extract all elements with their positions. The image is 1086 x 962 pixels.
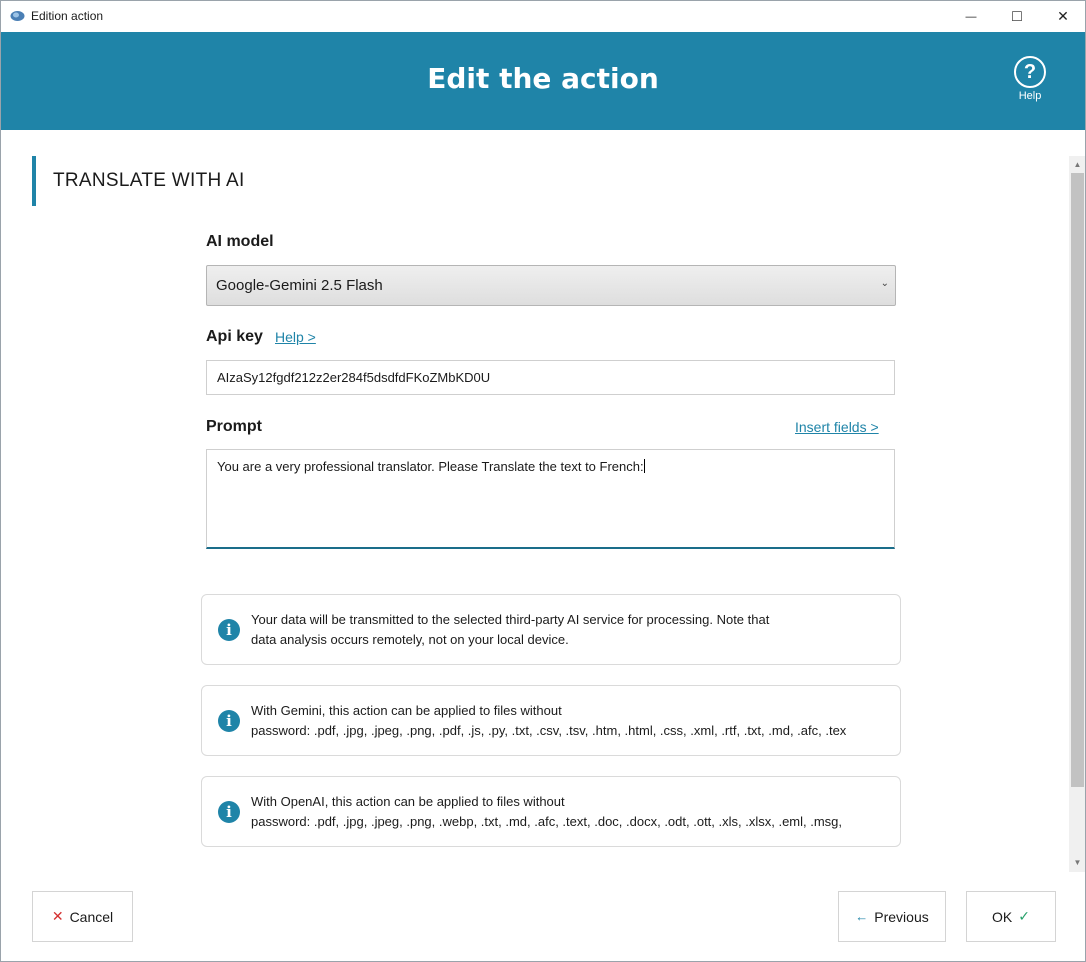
text-cursor — [643, 459, 645, 473]
info-text: With Gemini, this action can be applied … — [251, 701, 890, 741]
close-icon: ✕ — [1057, 8, 1069, 24]
ok-button[interactable]: OK ✓ — [966, 891, 1056, 942]
help-icon: ? — [1014, 56, 1046, 88]
info-box-gemini: i With Gemini, this action can be applie… — [201, 685, 901, 756]
arrow-left-icon: ← — [855, 909, 869, 924]
help-label: Help — [1018, 90, 1042, 102]
section-title: TRANSLATE WITH AI — [53, 170, 245, 191]
maximize-icon: □ — [1012, 7, 1022, 25]
insert-fields-link[interactable]: Insert fields > — [795, 419, 879, 435]
cancel-label: Cancel — [69, 908, 114, 925]
minimize-icon: — — [965, 10, 977, 23]
api-key-label: Api key — [206, 328, 263, 345]
info-line: With OpenAI, this action can be applied … — [251, 794, 565, 809]
minimize-button[interactable]: — — [948, 1, 994, 32]
ai-model-value: Google-Gemini 2.5 Flash — [216, 277, 383, 294]
prompt-label: Prompt — [206, 418, 262, 435]
info-line: password: .pdf, .jpg, .jpeg, .png, .webp… — [251, 814, 843, 829]
info-icon: i — [218, 801, 240, 823]
window-title: Edition action — [31, 9, 104, 23]
prompt-textarea[interactable]: You are a very professional translator. … — [206, 449, 895, 549]
api-key-help-link[interactable]: Help > — [275, 329, 316, 345]
previous-label: Previous — [874, 908, 929, 925]
info-line: password: .pdf, .jpg, .jpeg, .png, .pdf,… — [251, 723, 847, 738]
help-glyph: ? — [1023, 60, 1037, 83]
info-line: data analysis occurs remotely, not on yo… — [251, 632, 569, 647]
ai-model-label: AI model — [206, 233, 274, 250]
api-key-value: AIzaSy12fgdf212z2er284f5dsdfdFKoZMbKD0U — [217, 370, 491, 385]
api-key-input[interactable]: AIzaSy12fgdf212z2er284f5dsdfdFKoZMbKD0U — [206, 360, 895, 395]
chevron-down-icon: ⌄ — [880, 278, 889, 289]
header-banner: Edit the action ? Help — [1, 32, 1085, 130]
info-line: With Gemini, this action can be applied … — [251, 703, 562, 718]
previous-button[interactable]: ← Previous — [838, 891, 946, 942]
info-icon: i — [218, 619, 240, 641]
ok-label: OK — [992, 908, 1013, 925]
ai-model-select[interactable]: Google-Gemini 2.5 Flash ⌄ — [206, 265, 896, 306]
prompt-value: You are a very professional translator. … — [217, 459, 644, 474]
info-box-openai: i With OpenAI, this action can be applie… — [201, 776, 901, 847]
scroll-down-arrow-icon[interactable]: ▼ — [1069, 854, 1085, 871]
info-line: Your data will be transmitted to the sel… — [251, 612, 770, 627]
info-text: With OpenAI, this action can be applied … — [251, 792, 890, 832]
info-box-privacy: i Your data will be transmitted to the s… — [201, 594, 901, 665]
section-heading: TRANSLATE WITH AI — [32, 156, 245, 206]
close-button[interactable]: ✕ — [1040, 1, 1085, 32]
help-button[interactable]: ? Help — [1011, 56, 1049, 102]
close-icon: ✕ — [51, 908, 64, 924]
check-icon: ✓ — [1018, 908, 1030, 924]
info-text: Your data will be transmitted to the sel… — [251, 610, 890, 650]
cancel-button[interactable]: ✕ Cancel — [32, 891, 133, 942]
page-title: Edit the action — [427, 62, 659, 95]
info-icon: i — [218, 710, 240, 732]
title-bar[interactable]: Edition action — □ ✕ — [1, 1, 1085, 32]
scroll-up-arrow-icon[interactable]: ▲ — [1069, 156, 1085, 173]
maximize-button[interactable]: □ — [994, 1, 1040, 32]
app-logo-icon — [10, 11, 25, 21]
dialog-window: Edition action — □ ✕ Edit the action ? H… — [0, 0, 1086, 962]
scroll-thumb[interactable] — [1071, 173, 1084, 787]
